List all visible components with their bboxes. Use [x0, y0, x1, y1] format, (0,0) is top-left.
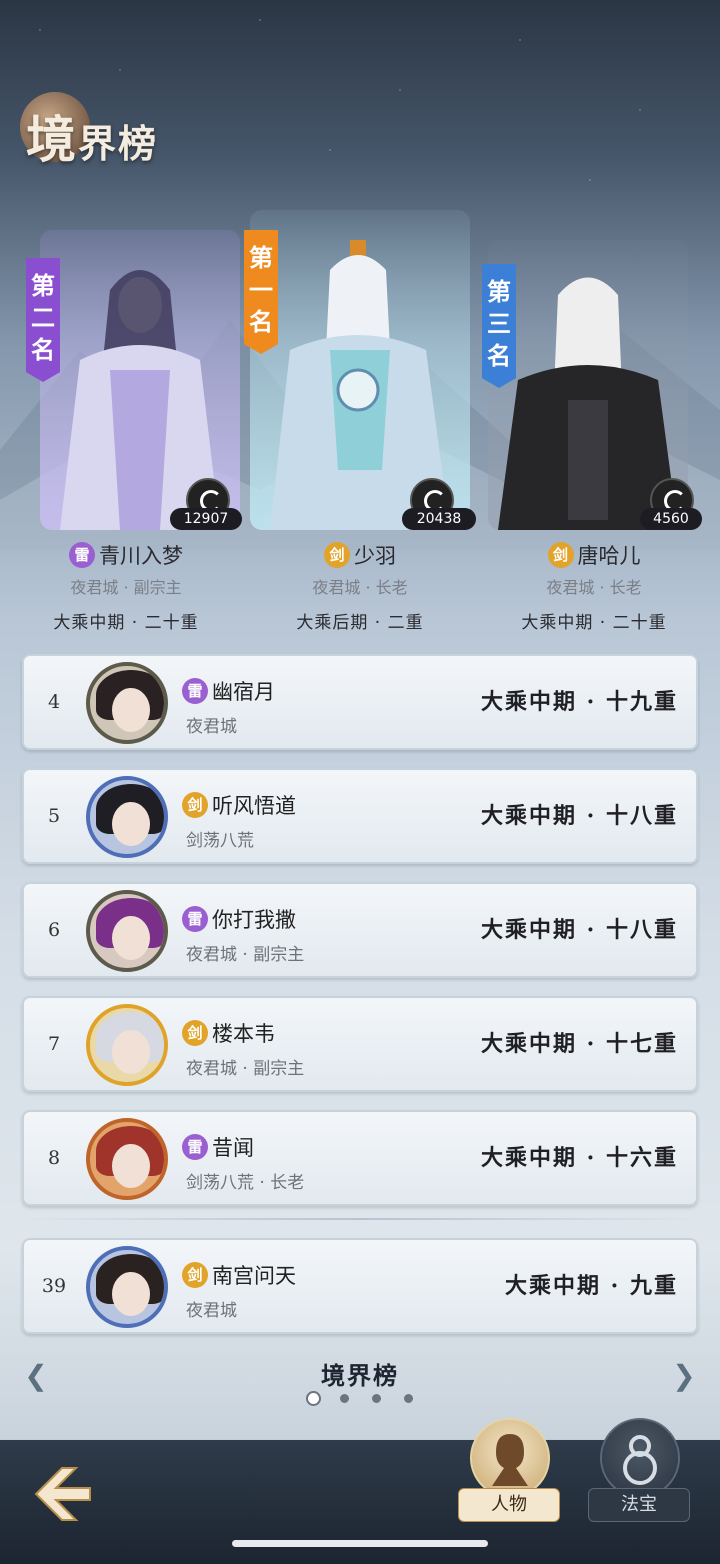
power-value: 20438 — [402, 508, 476, 530]
player-name: 少羽 — [354, 544, 396, 568]
back-arrow-icon — [34, 1467, 91, 1521]
podium-first-info: 剑少羽 夜君城 · 长老 大乘后期 · 二重 — [250, 540, 470, 633]
player-realm: 大乘中期 · 十八重 — [481, 917, 678, 943]
page-dot-1[interactable] — [306, 1391, 321, 1406]
character-tab-icon — [470, 1418, 550, 1498]
thunder-element-icon: 雷 — [182, 1134, 208, 1160]
player-sect: 剑荡八荒 — [186, 831, 254, 851]
ranking-row[interactable]: 6 雷你打我撒 夜君城 · 副宗主 大乘中期 · 十八重 — [22, 882, 698, 978]
back-button[interactable] — [22, 1458, 100, 1530]
player-realm: 大乘中期 · 十九重 — [481, 689, 678, 715]
rank-number: 5 — [47, 805, 61, 827]
ranking-row[interactable]: 7 剑楼本韦 夜君城 · 副宗主 大乘中期 · 十七重 — [22, 996, 698, 1092]
podium-third[interactable]: 第三名 4560 — [478, 200, 702, 530]
avatar[interactable] — [86, 1118, 168, 1200]
rank-banner-2: 第二名 — [26, 258, 60, 382]
ranking-row[interactable]: 4 雷幽宿月 夜君城 大乘中期 · 十九重 — [22, 654, 698, 750]
player-sect: 夜君城 · 副宗主 — [186, 945, 305, 965]
ranking-row[interactable]: 5 剑听风悟道 剑荡八荒 大乘中期 · 十八重 — [22, 768, 698, 864]
tab-treasure-label: 法宝 — [588, 1488, 690, 1522]
player-name: 唐哈儿 — [577, 544, 641, 568]
player-realm: 大乘后期 · 二重 — [296, 613, 424, 633]
sword-element-icon: 剑 — [324, 542, 350, 568]
leaderboard-pager: 境界榜 — [0, 1350, 720, 1410]
player-sect: 夜君城 · 副宗主 — [70, 578, 182, 597]
player-sect: 夜君城 — [186, 1301, 237, 1321]
rank-number: 7 — [47, 1033, 61, 1055]
player-realm: 大乘中期 · 十六重 — [481, 1145, 678, 1171]
page-dot-4[interactable] — [404, 1394, 413, 1403]
podium-second[interactable]: 第二名 12907 — [20, 200, 242, 530]
title-rest: 界榜 — [78, 121, 159, 166]
podium-first[interactable]: 第一名 20438 — [244, 200, 476, 530]
power-value: 4560 — [640, 508, 702, 530]
tab-character[interactable]: 人物 — [458, 1418, 560, 1528]
player-name: 你打我撒 — [212, 908, 296, 932]
self-ranking-row[interactable]: 39 剑南宫问天 夜君城 大乘中期 · 九重 — [22, 1238, 698, 1334]
sword-element-icon: 剑 — [182, 1020, 208, 1046]
pager-title: 境界榜 — [321, 1361, 399, 1390]
page-indicator — [300, 1390, 420, 1406]
player-name: 南宫问天 — [212, 1264, 296, 1288]
home-indicator — [232, 1540, 488, 1547]
player-realm: 大乘中期 · 二十重 — [521, 613, 667, 633]
player-name: 青川入梦 — [99, 544, 183, 568]
player-realm: 大乘中期 · 九重 — [505, 1273, 678, 1299]
page-dot-3[interactable] — [372, 1394, 381, 1403]
rank-number: 39 — [41, 1275, 67, 1297]
thunder-element-icon: 雷 — [69, 542, 95, 568]
power-value: 12907 — [170, 508, 242, 530]
avatar[interactable] — [86, 776, 168, 858]
player-name: 楼本韦 — [212, 1022, 275, 1046]
page-dot-2[interactable] — [340, 1394, 349, 1403]
avatar[interactable] — [86, 1246, 168, 1328]
ranking-row[interactable]: 8 雷昔闻 剑荡八荒 · 长老 大乘中期 · 十六重 — [22, 1110, 698, 1206]
player-name: 听风悟道 — [212, 794, 296, 818]
player-sect: 夜君城 — [186, 717, 237, 737]
player-realm: 大乘中期 · 十七重 — [481, 1031, 678, 1057]
player-sect: 剑荡八荒 · 长老 — [186, 1173, 305, 1193]
player-name: 昔闻 — [212, 1136, 254, 1160]
player-sect: 夜君城 · 长老 — [312, 578, 408, 597]
rank-number: 6 — [47, 919, 61, 941]
player-realm: 大乘中期 · 十八重 — [481, 803, 678, 829]
tab-treasure[interactable]: 法宝 — [588, 1418, 690, 1528]
gourd-icon — [600, 1418, 680, 1498]
player-realm: 大乘中期 · 二十重 — [53, 613, 199, 633]
avatar[interactable] — [86, 890, 168, 972]
thunder-element-icon: 雷 — [182, 678, 208, 704]
player-sect: 夜君城 · 长老 — [546, 578, 642, 597]
podium-third-info: 剑唐哈儿 夜君城 · 长老 大乘中期 · 二十重 — [484, 540, 704, 633]
tab-character-label: 人物 — [458, 1488, 560, 1522]
sword-element-icon: 剑 — [182, 792, 208, 818]
player-sect: 夜君城 · 副宗主 — [186, 1059, 305, 1079]
list-divider — [22, 1218, 698, 1220]
avatar[interactable] — [86, 1004, 168, 1086]
page-title: 境界榜 — [20, 92, 240, 182]
sword-element-icon: 剑 — [182, 1262, 208, 1288]
rank-banner-1: 第一名 — [244, 230, 278, 354]
thunder-element-icon: 雷 — [182, 906, 208, 932]
rank-number: 8 — [47, 1147, 61, 1169]
rank-banner-3: 第三名 — [482, 264, 516, 388]
rank-number: 4 — [47, 691, 61, 713]
player-name: 幽宿月 — [212, 680, 275, 704]
avatar[interactable] — [86, 662, 168, 744]
sword-element-icon: 剑 — [547, 542, 574, 568]
title-main-char: 境 — [26, 110, 78, 169]
podium-second-info: 雷青川入梦 夜君城 · 副宗主 大乘中期 · 二十重 — [16, 540, 236, 633]
